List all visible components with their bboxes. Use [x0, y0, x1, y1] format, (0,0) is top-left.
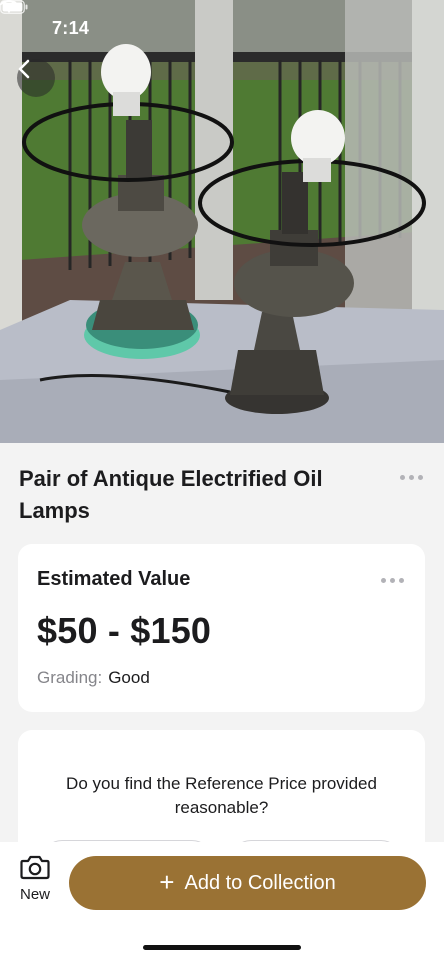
more-horizontal-icon[interactable]: [381, 578, 404, 583]
feedback-question: Do you find the Reference Price provided…: [66, 774, 377, 817]
grading-row: Grading: Good: [37, 668, 150, 688]
back-button[interactable]: [17, 59, 55, 97]
new-label: New: [19, 886, 50, 903]
estimated-value-card: Estimated Value $50 - $150 Grading: Good: [18, 544, 425, 712]
battery-icon: [0, 0, 28, 14]
add-to-collection-label: Add to Collection: [184, 871, 336, 894]
plus-icon: +: [159, 867, 175, 897]
item-title-section: Pair of Antique Electrified Oil Lamps: [0, 443, 444, 543]
estimated-value-range: $50 - $150: [37, 610, 212, 651]
camera-icon: [20, 855, 50, 880]
more-horizontal-icon[interactable]: [400, 475, 423, 480]
lamps-photo-illustration: [0, 0, 444, 443]
grading-value: Good: [108, 668, 150, 687]
bottom-action-bar: New + Add to Collection: [0, 842, 444, 960]
item-photo: 7:14: [0, 0, 444, 443]
estimated-value-heading: Estimated Value: [37, 568, 191, 590]
grading-label: Grading:: [37, 668, 103, 687]
chevron-left-icon: [18, 59, 30, 79]
home-indicator: [143, 945, 301, 950]
add-to-collection-button[interactable]: + Add to Collection: [69, 856, 426, 910]
status-bar: 7:14: [0, 0, 444, 52]
new-button[interactable]: New: [12, 854, 58, 912]
item-title: Pair of Antique Electrified Oil Lamps: [19, 466, 323, 523]
status-time: 7:14: [52, 18, 90, 38]
